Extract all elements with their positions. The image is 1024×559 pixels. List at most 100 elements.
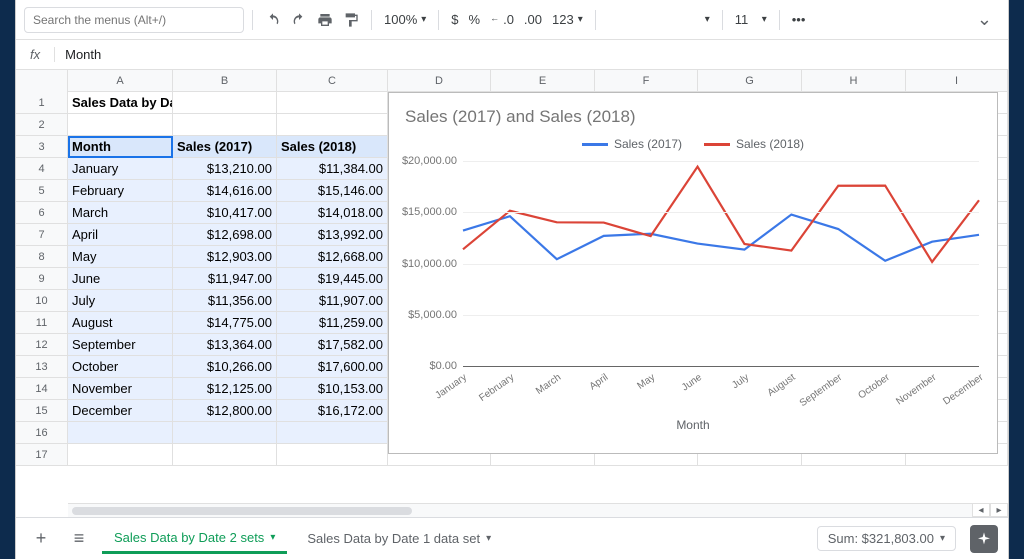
row-header[interactable]: 15	[16, 400, 68, 422]
explore-button[interactable]	[970, 525, 998, 553]
column-header[interactable]: I	[906, 70, 1008, 92]
cell[interactable]	[68, 444, 173, 466]
cell[interactable]: October	[68, 356, 173, 378]
cell[interactable]: November	[68, 378, 173, 400]
add-sheet-button[interactable]: +	[26, 524, 56, 554]
row-header[interactable]: 3	[16, 136, 68, 158]
column-header[interactable]: D	[388, 70, 491, 92]
row-header[interactable]: 5	[16, 180, 68, 202]
cell[interactable]: July	[68, 290, 173, 312]
column-header[interactable]: A	[68, 70, 173, 92]
cell[interactable]: $13,364.00	[173, 334, 277, 356]
cell[interactable]: $12,668.00	[277, 246, 388, 268]
cell[interactable]	[173, 92, 277, 114]
font-size-select[interactable]: 11▾	[731, 12, 771, 27]
search-input[interactable]	[24, 7, 244, 33]
row-header[interactable]: 17	[16, 444, 68, 466]
tab-menu-icon[interactable]: ▾	[270, 532, 275, 543]
cell[interactable]: $16,172.00	[277, 400, 388, 422]
cell[interactable]	[68, 114, 173, 136]
cell[interactable]: March	[68, 202, 173, 224]
cell[interactable]	[173, 444, 277, 466]
format-more-button[interactable]: 123▾	[548, 12, 587, 27]
increase-decimals-button[interactable]: .00	[520, 12, 546, 27]
cell[interactable]: September	[68, 334, 173, 356]
cell[interactable]: February	[68, 180, 173, 202]
row-header[interactable]: 7	[16, 224, 68, 246]
zoom-select[interactable]: 100%▾	[380, 12, 430, 27]
cell[interactable]: $12,800.00	[173, 400, 277, 422]
decrease-decimals-button[interactable]: ←.0	[486, 12, 518, 27]
formula-input[interactable]: Month	[55, 47, 1008, 62]
cell[interactable]: $13,992.00	[277, 224, 388, 246]
cell[interactable]: $11,384.00	[277, 158, 388, 180]
tab-menu-icon[interactable]: ▾	[486, 533, 491, 544]
cell[interactable]: May	[68, 246, 173, 268]
column-header[interactable]: G	[698, 70, 802, 92]
cell[interactable]: August	[68, 312, 173, 334]
cell[interactable]	[68, 422, 173, 444]
row-header[interactable]: 6	[16, 202, 68, 224]
cell[interactable]: $15,146.00	[277, 180, 388, 202]
cell[interactable]: Month	[68, 136, 173, 158]
row-header[interactable]: 12	[16, 334, 68, 356]
cell[interactable]: $19,445.00	[277, 268, 388, 290]
cell[interactable]: December	[68, 400, 173, 422]
cell[interactable]: $10,417.00	[173, 202, 277, 224]
quicksum-display[interactable]: Sum: $321,803.00▾	[817, 526, 956, 551]
cell[interactable]: Sales (2017)	[173, 136, 277, 158]
column-header[interactable]: B	[173, 70, 277, 92]
cell[interactable]	[277, 422, 388, 444]
horizontal-scrollbar[interactable]: ◂ ▸	[68, 503, 1008, 517]
cell[interactable]	[173, 422, 277, 444]
chart[interactable]: Sales (2017) and Sales (2018) Sales (201…	[388, 92, 998, 454]
cell[interactable]: Sales Data by Date	[68, 92, 173, 114]
sheet-tab-active[interactable]: Sales Data by Date 2 sets▾	[102, 524, 287, 554]
undo-button[interactable]	[261, 8, 285, 32]
cell[interactable]: $11,259.00	[277, 312, 388, 334]
cell[interactable]: $14,018.00	[277, 202, 388, 224]
cell[interactable]: $14,775.00	[173, 312, 277, 334]
row-header[interactable]: 16	[16, 422, 68, 444]
cell[interactable]: January	[68, 158, 173, 180]
redo-button[interactable]	[287, 8, 311, 32]
cell[interactable]: $12,698.00	[173, 224, 277, 246]
toolbar-collapse-button[interactable]: ⌄	[969, 9, 1000, 30]
row-header[interactable]: 1	[16, 92, 68, 114]
row-header[interactable]: 4	[16, 158, 68, 180]
column-header[interactable]: C	[277, 70, 388, 92]
cell[interactable]: $11,356.00	[173, 290, 277, 312]
cell[interactable]: $17,582.00	[277, 334, 388, 356]
cell[interactable]: $10,153.00	[277, 378, 388, 400]
row-header[interactable]: 8	[16, 246, 68, 268]
row-header[interactable]: 13	[16, 356, 68, 378]
print-button[interactable]	[313, 8, 337, 32]
spreadsheet-grid[interactable]: ABCDEFGHI 1Sales Data by Date23MonthSale…	[16, 70, 1008, 517]
paint-format-button[interactable]	[339, 8, 363, 32]
cell[interactable]: $11,947.00	[173, 268, 277, 290]
cell[interactable]: $10,266.00	[173, 356, 277, 378]
cell[interactable]: $12,125.00	[173, 378, 277, 400]
scroll-right-button[interactable]: ▸	[990, 503, 1008, 517]
row-header[interactable]: 10	[16, 290, 68, 312]
row-header[interactable]: 9	[16, 268, 68, 290]
column-header[interactable]: H	[802, 70, 906, 92]
scroll-left-button[interactable]: ◂	[972, 503, 990, 517]
cell[interactable]	[277, 92, 388, 114]
cell[interactable]: $12,903.00	[173, 246, 277, 268]
format-percent-button[interactable]: %	[465, 12, 485, 27]
all-sheets-button[interactable]: ≡	[64, 524, 94, 554]
cell[interactable]: Sales (2018)	[277, 136, 388, 158]
sheet-tab-2[interactable]: Sales Data by Date 1 data set▾	[295, 525, 503, 552]
cell[interactable]: June	[68, 268, 173, 290]
column-header[interactable]: F	[595, 70, 698, 92]
cell[interactable]: $14,616.00	[173, 180, 277, 202]
format-currency-button[interactable]: $	[447, 12, 462, 27]
cell[interactable]: April	[68, 224, 173, 246]
row-header[interactable]: 14	[16, 378, 68, 400]
cell[interactable]: $17,600.00	[277, 356, 388, 378]
cell[interactable]	[277, 444, 388, 466]
row-header[interactable]: 11	[16, 312, 68, 334]
more-toolbar-button[interactable]: •••	[788, 12, 810, 27]
cell[interactable]: $13,210.00	[173, 158, 277, 180]
